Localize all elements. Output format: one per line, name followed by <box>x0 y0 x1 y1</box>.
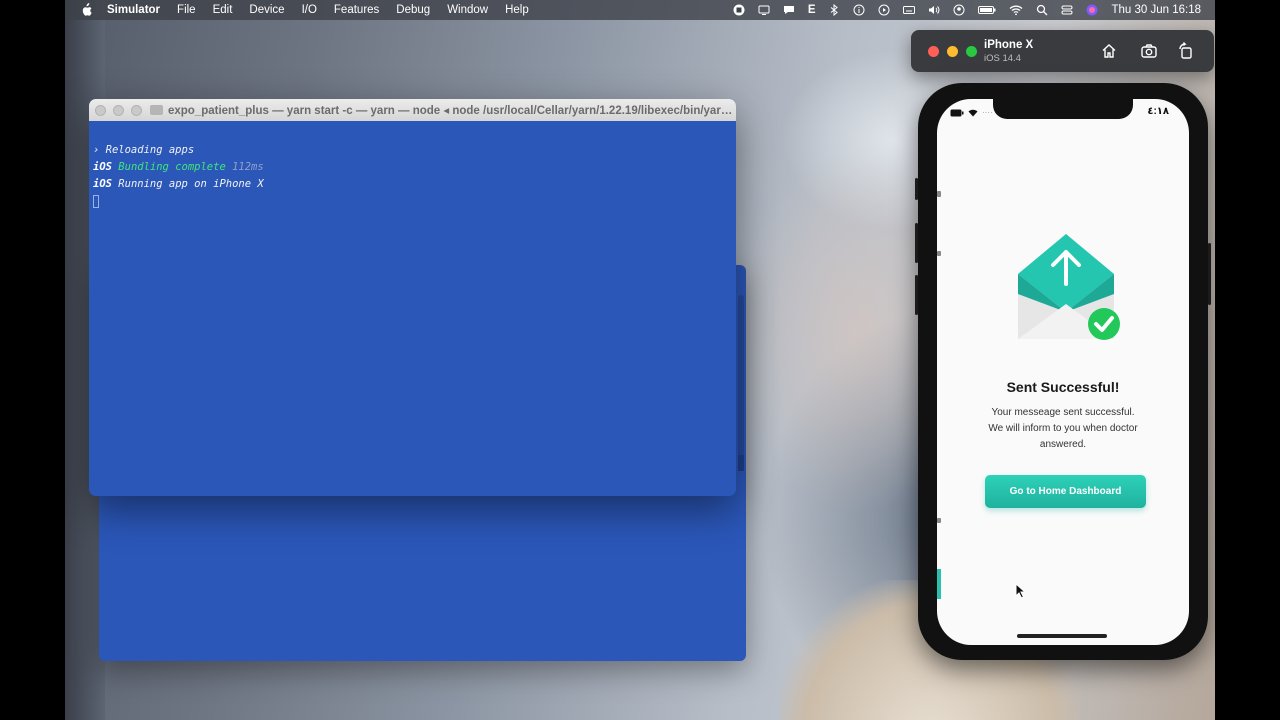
success-message-line-1: Your messeage sent successful. <box>991 407 1135 418</box>
mouse-pointer-icon <box>1015 583 1027 599</box>
success-headline: Sent Successful! <box>1006 379 1120 395</box>
phone-status-indicators: ···· <box>950 108 993 117</box>
search-icon[interactable] <box>1036 4 1048 16</box>
bundling-status: Bundling complete <box>118 161 226 173</box>
success-message-line-2: We will inform to you when doctor <box>988 423 1138 434</box>
info-circle-icon[interactable] <box>853 4 865 16</box>
record-stop-icon[interactable] <box>733 4 745 16</box>
terminal-window[interactable]: expo_patient_plus — yarn start -c — yarn… <box>89 99 736 496</box>
folder-icon <box>150 105 163 115</box>
menu-app-name[interactable]: Simulator <box>107 4 160 16</box>
menu-window[interactable]: Window <box>447 4 488 16</box>
menu-debug[interactable]: Debug <box>396 4 430 16</box>
terminal-title: expo_patient_plus — yarn start -c — yarn… <box>167 105 736 117</box>
rotate-icon[interactable] <box>1177 42 1195 60</box>
menu-device[interactable]: Device <box>249 4 284 16</box>
battery-icon[interactable] <box>978 4 996 16</box>
screen-share-icon[interactable] <box>758 4 770 16</box>
menu-edit[interactable]: Edit <box>213 4 233 16</box>
success-message-line-3: answered. <box>1039 439 1087 450</box>
wifi-icon[interactable] <box>1009 4 1023 16</box>
play-circle-icon[interactable] <box>878 4 890 16</box>
camera-icon[interactable] <box>1140 42 1158 60</box>
device-name: iPhone X <box>984 39 1034 51</box>
terminal-line-running: iOS Running app on iPhone X <box>93 176 736 193</box>
phone-notch <box>993 99 1133 119</box>
minimize-button[interactable] <box>113 104 124 116</box>
edge-fragment-teal <box>937 569 941 599</box>
iphone-simulator[interactable]: ···· ٤:١٨ Sent Successful! Your messeage… <box>915 83 1211 660</box>
scrollbar-thumb[interactable] <box>738 455 744 471</box>
menu-bar: Simulator File Edit Device I/O Features … <box>65 0 1215 20</box>
menu-status-area: E Thu 30 Jun 16:18 <box>733 4 1215 16</box>
phone-wifi-icon <box>968 109 978 116</box>
chat-bubble-icon[interactable] <box>783 4 795 16</box>
menu-clock[interactable]: Thu 30 Jun 16:18 <box>1111 4 1201 16</box>
edge-fragment <box>937 191 941 197</box>
close-button[interactable] <box>928 46 939 57</box>
home-indicator[interactable] <box>1017 634 1107 638</box>
bluetooth-icon[interactable] <box>828 4 840 16</box>
menu-file[interactable]: File <box>177 4 196 16</box>
edge-fragment <box>937 518 941 523</box>
terminal-titlebar[interactable]: expo_patient_plus — yarn start -c — yarn… <box>89 99 736 121</box>
terminal-line-bundling: iOS Bundling complete 112ms <box>93 159 736 176</box>
simulator-window-controls <box>928 46 977 57</box>
input-source-indicator[interactable]: E <box>808 4 816 16</box>
letterbox-right <box>1215 0 1280 720</box>
terminal-prompt-line <box>93 193 736 210</box>
silent-switch <box>915 178 918 200</box>
platform-tag: iOS <box>93 161 112 173</box>
menu-help[interactable]: Help <box>505 4 529 16</box>
terminal-cursor <box>93 194 99 208</box>
minimize-button[interactable] <box>947 46 958 57</box>
checkmark-icon <box>1088 308 1120 340</box>
terminal-output[interactable]: › Reloading apps iOS Bundling complete 1… <box>89 121 736 210</box>
go-to-home-dashboard-button[interactable]: Go to Home Dashboard <box>985 475 1146 508</box>
platform-tag: iOS <box>93 178 112 190</box>
phone-screen[interactable]: ···· ٤:١٨ Sent Successful! Your messeage… <box>937 99 1189 645</box>
edge-fragment <box>937 251 941 256</box>
terminal-line-reloading: › Reloading apps <box>93 144 195 156</box>
menu-io[interactable]: I/O <box>302 4 317 16</box>
zoom-button[interactable] <box>131 104 142 116</box>
volume-icon[interactable] <box>928 4 940 16</box>
letterbox-left <box>0 0 65 720</box>
bundle-time: 112ms <box>232 161 264 173</box>
siri-icon[interactable] <box>1086 4 1098 16</box>
scrollbar-track[interactable] <box>738 295 744 465</box>
volume-down-button[interactable] <box>915 275 918 315</box>
side-button[interactable] <box>1208 243 1211 305</box>
home-icon[interactable] <box>1100 42 1118 60</box>
simulator-toolbar[interactable]: iPhone X iOS 14.4 <box>911 30 1214 72</box>
control-center-icon[interactable] <box>1061 4 1073 16</box>
device-os: iOS 14.4 <box>984 53 1021 64</box>
phone-signal-icon: ···· <box>982 108 993 117</box>
close-button[interactable] <box>95 104 106 116</box>
envelope-icon <box>1018 234 1120 340</box>
running-status: Running app on iPhone X <box>118 178 264 190</box>
phone-status-time: ٤:١٨ <box>1147 106 1169 117</box>
user-circle-icon[interactable] <box>953 4 965 16</box>
apple-icon[interactable] <box>79 3 93 17</box>
window-controls <box>95 104 142 116</box>
menu-features[interactable]: Features <box>334 4 379 16</box>
keyboard-icon[interactable] <box>903 4 916 16</box>
volume-up-button[interactable] <box>915 223 918 263</box>
phone-battery-icon <box>950 109 964 116</box>
zoom-button[interactable] <box>966 46 977 57</box>
